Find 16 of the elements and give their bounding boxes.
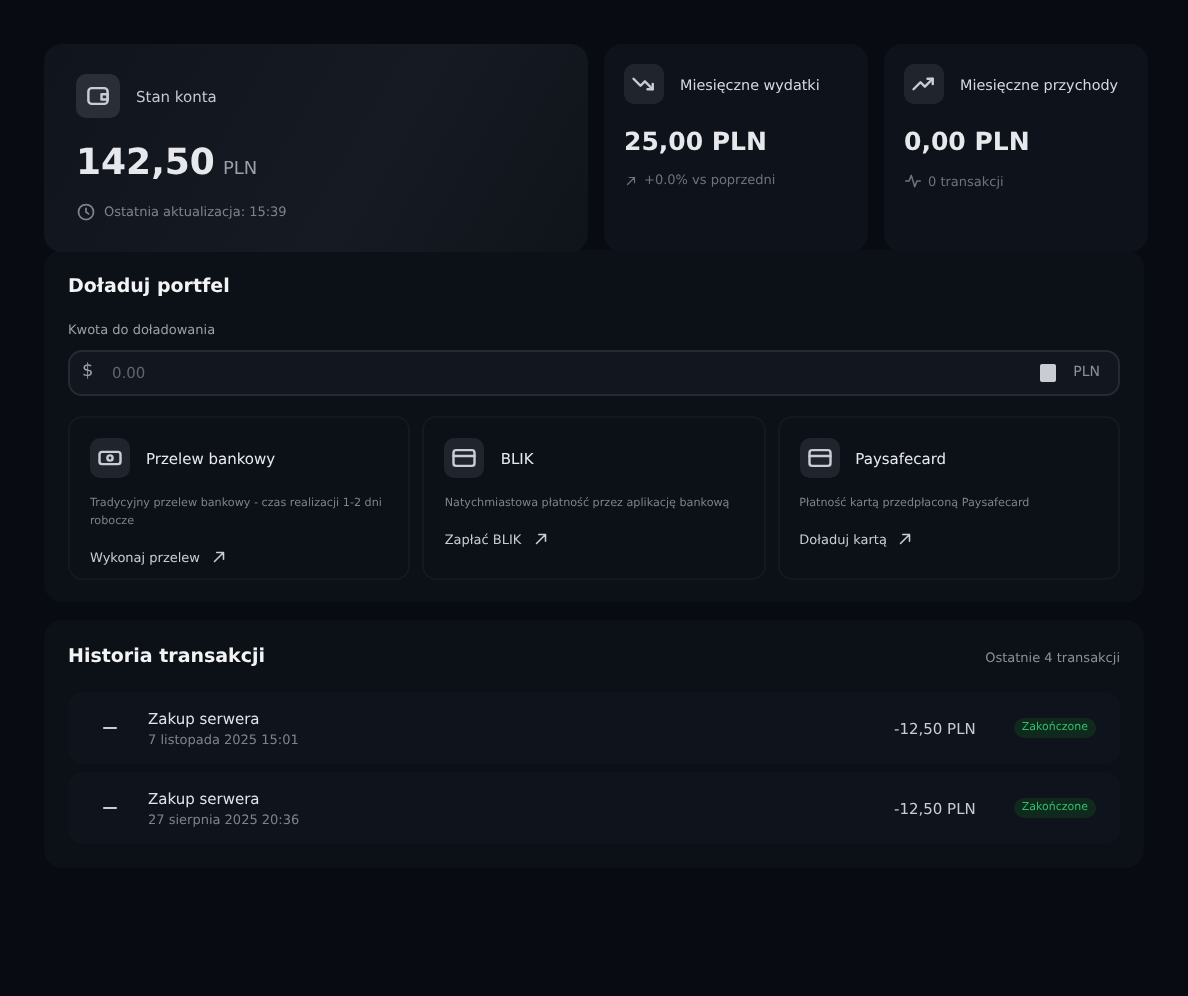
currency-label: PLN xyxy=(222,160,258,180)
credit-card-icon xyxy=(450,444,479,472)
arrow-up-right-icon xyxy=(624,173,638,187)
arrow-up-right-icon xyxy=(896,530,915,549)
clock-icon xyxy=(76,202,96,222)
arrow-up-right-icon xyxy=(209,548,228,567)
credit-card-icon xyxy=(805,444,834,472)
wallet-icon xyxy=(84,82,112,110)
pulse-icon xyxy=(904,172,922,190)
stat-amount: 25,00 PLN xyxy=(624,126,769,156)
stat-amount: 0,00 PLN xyxy=(904,126,1032,156)
section-title: Historia transakcji xyxy=(68,646,266,668)
section-title: Doładuj portfel xyxy=(68,276,232,298)
balance-amount: 142,50 xyxy=(76,142,215,184)
arrow-up-right-icon xyxy=(531,530,550,549)
dollar-sign: $ xyxy=(82,362,94,384)
